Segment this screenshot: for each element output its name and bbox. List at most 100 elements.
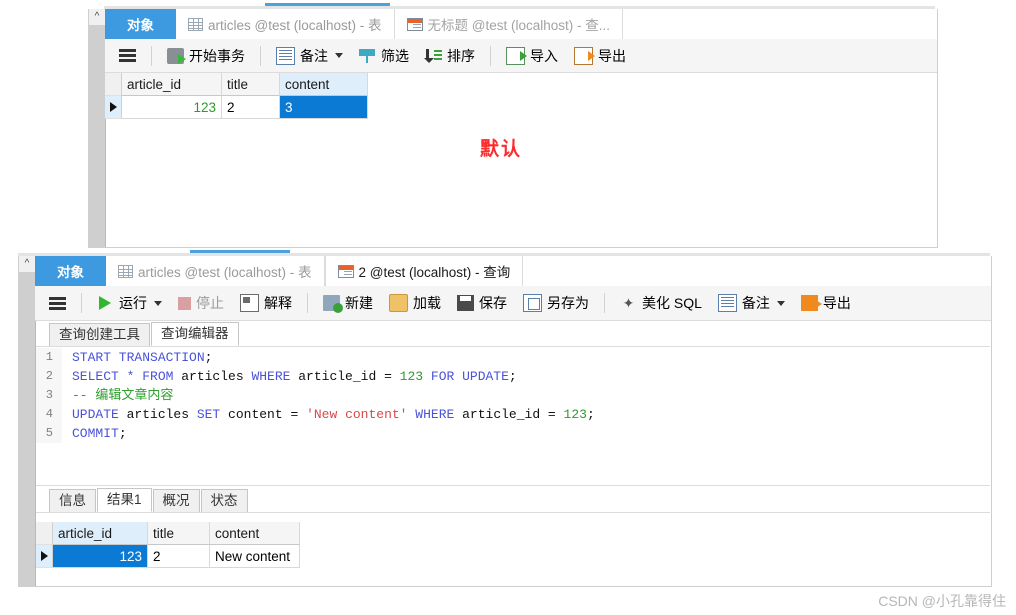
column-header-article-id[interactable]: article_id bbox=[53, 522, 148, 545]
note-button[interactable]: 备注 bbox=[710, 286, 793, 320]
chevron-up-icon[interactable]: ^ bbox=[89, 9, 105, 25]
tab-profile[interactable]: 概况 bbox=[152, 489, 200, 512]
code-line-text[interactable]: UPDATE articles SET content = 'New conte… bbox=[62, 405, 595, 424]
tab-objects-label: 对象 bbox=[57, 265, 84, 280]
save-button[interactable]: 保存 bbox=[449, 286, 515, 320]
load-button[interactable]: 加载 bbox=[381, 286, 449, 320]
chevron-down-icon[interactable] bbox=[776, 300, 785, 306]
code-line-text[interactable]: SELECT * FROM articles WHERE article_id … bbox=[62, 367, 517, 386]
tab-query-builder[interactable]: 查询创建工具 bbox=[49, 323, 150, 346]
tab-objects[interactable]: 对象 bbox=[35, 256, 106, 286]
menu-button[interactable] bbox=[105, 39, 144, 72]
code-line: 5 COMMIT; bbox=[36, 424, 990, 443]
tab-untitled-query[interactable]: 无标题 @test (localhost) - 查... bbox=[394, 9, 623, 39]
filter-button[interactable]: 筛选 bbox=[351, 39, 417, 72]
top-panel-gutter[interactable]: ^ bbox=[89, 9, 106, 247]
note-button[interactable]: 备注 bbox=[268, 39, 351, 72]
row-header-corner bbox=[105, 73, 122, 96]
chevron-down-icon[interactable] bbox=[335, 53, 343, 58]
tab-query-editor-label: 查询编辑器 bbox=[161, 326, 229, 341]
result-data-grid[interactable]: article_id title content 123 2 New conte… bbox=[36, 522, 326, 568]
code-line-text[interactable]: COMMIT; bbox=[62, 424, 127, 443]
line-number: 5 bbox=[36, 424, 62, 443]
toolbar-separator bbox=[307, 293, 308, 313]
code-line: 4 UPDATE articles SET content = 'New con… bbox=[36, 405, 990, 424]
menu-button[interactable] bbox=[35, 286, 74, 320]
query-toolbar: 运行 停止 解释 新建 加载 保存 另存为 ✦ 美化 SQL 备注 导出 bbox=[35, 286, 991, 321]
toolbar-separator bbox=[604, 293, 605, 313]
column-header-content[interactable]: content bbox=[210, 522, 300, 545]
cell-title[interactable]: 2 bbox=[148, 545, 210, 568]
tab-result-1[interactable]: 结果1 bbox=[97, 488, 152, 512]
tab-articles-table-label: articles @test (localhost) - 表 bbox=[138, 265, 312, 280]
table-row[interactable]: 123 2 New content bbox=[36, 545, 326, 568]
note-label: 备注 bbox=[741, 295, 770, 311]
line-number: 1 bbox=[36, 348, 62, 367]
query-icon bbox=[406, 17, 423, 31]
sort-button[interactable]: 排序 bbox=[417, 39, 483, 72]
tab-query-builder-label: 查询创建工具 bbox=[59, 327, 140, 342]
editor-subtabs-divider bbox=[36, 346, 990, 347]
cell-article-id[interactable]: 123 bbox=[122, 96, 222, 119]
code-line-text[interactable]: -- 编辑文章内容 bbox=[62, 386, 173, 405]
tab-status-label: 状态 bbox=[210, 493, 238, 508]
code-line-text[interactable]: START TRANSACTION; bbox=[62, 348, 212, 367]
row-indicator-icon bbox=[36, 545, 53, 568]
export-button[interactable]: 导出 bbox=[566, 39, 634, 72]
tab-articles-table[interactable]: articles @test (localhost) - 表 bbox=[176, 9, 395, 39]
begin-transaction-button[interactable]: 开始事务 bbox=[159, 39, 253, 72]
tabstrip-filler bbox=[523, 256, 991, 286]
export-button[interactable]: 导出 bbox=[793, 286, 859, 320]
row-indicator-icon bbox=[105, 96, 122, 119]
export-icon bbox=[574, 46, 595, 65]
sort-label: 排序 bbox=[447, 47, 475, 64]
chevron-down-icon[interactable] bbox=[154, 300, 162, 306]
cell-article-id[interactable]: 123 bbox=[53, 545, 148, 568]
column-header-article-id[interactable]: article_id bbox=[122, 73, 222, 96]
chevron-up-icon[interactable]: ^ bbox=[19, 256, 35, 272]
tab-info[interactable]: 信息 bbox=[49, 489, 96, 512]
tab-query-2[interactable]: 2 @test (localhost) - 查询 bbox=[324, 256, 524, 286]
note-icon bbox=[717, 294, 737, 312]
table-viewer-panel: ^ 对象 articles @test (localhost) - 表 无标题 … bbox=[88, 9, 938, 248]
stop-label: 停止 bbox=[196, 295, 224, 311]
tab-articles-table[interactable]: articles @test (localhost) - 表 bbox=[106, 256, 325, 286]
bottom-panel-gutter[interactable]: ^ bbox=[19, 256, 36, 586]
tab-objects[interactable]: 对象 bbox=[105, 9, 176, 39]
tab-query-editor[interactable]: 查询编辑器 bbox=[151, 322, 239, 346]
query-icon bbox=[337, 264, 354, 278]
stop-button[interactable]: 停止 bbox=[170, 286, 232, 320]
explain-button[interactable]: 解释 bbox=[232, 286, 300, 320]
table-icon bbox=[118, 264, 133, 278]
cell-content[interactable]: 3 bbox=[280, 96, 368, 119]
run-button[interactable]: 运行 bbox=[89, 286, 170, 320]
hamburger-icon bbox=[49, 296, 66, 310]
annotation-default: 默认 bbox=[480, 139, 523, 160]
beautify-icon: ✦ bbox=[622, 295, 635, 311]
code-line: 1 START TRANSACTION; bbox=[36, 348, 990, 367]
top-panel-tabstrip: 对象 articles @test (localhost) - 表 无标题 @t… bbox=[105, 9, 937, 40]
begin-transaction-label: 开始事务 bbox=[189, 47, 245, 64]
cell-content[interactable]: New content bbox=[210, 545, 300, 568]
new-button[interactable]: 新建 bbox=[315, 286, 381, 320]
query-editor-panel: ^ 对象 articles @test (localhost) - 表 2 @t… bbox=[18, 256, 992, 587]
table-data-grid[interactable]: article_id title content 123 2 3 bbox=[105, 73, 394, 119]
result-subtabs-divider bbox=[36, 512, 990, 513]
export-label: 导出 bbox=[598, 47, 626, 64]
column-header-content[interactable]: content bbox=[280, 73, 368, 96]
tab-status[interactable]: 状态 bbox=[200, 489, 248, 512]
column-header-title[interactable]: title bbox=[222, 73, 280, 96]
cell-title[interactable]: 2 bbox=[222, 96, 280, 119]
import-label: 导入 bbox=[530, 47, 558, 64]
result-grid-header-row: article_id title content bbox=[36, 522, 326, 545]
import-button[interactable]: 导入 bbox=[498, 39, 566, 72]
save-as-button[interactable]: 另存为 bbox=[515, 286, 597, 320]
save-icon bbox=[457, 295, 474, 311]
toolbar-separator bbox=[490, 45, 491, 66]
sql-code-editor[interactable]: 1 START TRANSACTION; 2 SELECT * FROM art… bbox=[36, 348, 990, 476]
beautify-sql-button[interactable]: ✦ 美化 SQL bbox=[612, 286, 710, 320]
tabstrip-filler bbox=[623, 9, 937, 39]
new-icon bbox=[323, 295, 343, 313]
column-header-title[interactable]: title bbox=[148, 522, 210, 545]
table-row[interactable]: 123 2 3 bbox=[105, 96, 394, 119]
